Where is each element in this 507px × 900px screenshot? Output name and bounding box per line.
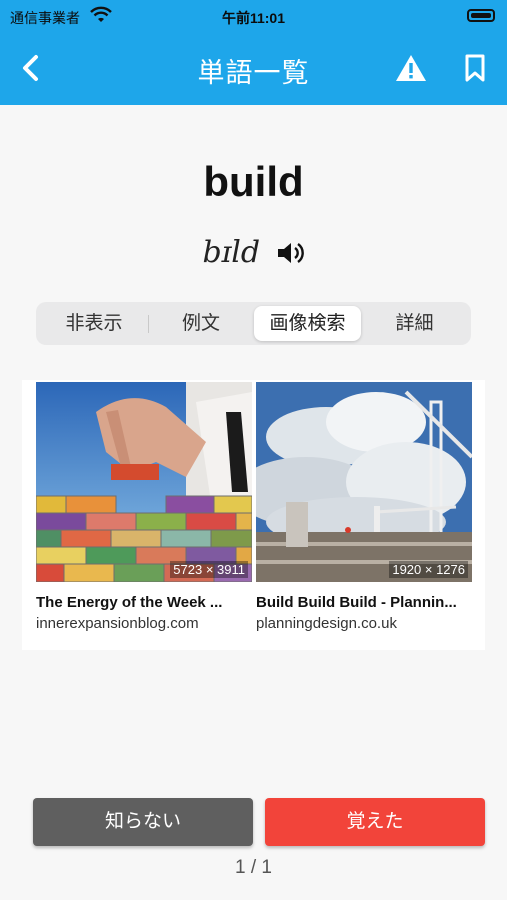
brick-wall-image <box>36 382 252 582</box>
page-indicator: 1 / 1 <box>235 857 272 878</box>
clock: 午前11:01 <box>221 10 286 26</box>
tab-details[interactable]: 詳細 <box>362 306 467 341</box>
dont-know-button[interactable]: 知らない <box>33 798 253 846</box>
pronunciation-text: bɪld <box>202 235 261 270</box>
image-thumbnail[interactable]: 5723 × 3911 <box>36 382 252 582</box>
bookmark-icon[interactable] <box>463 53 487 83</box>
image-title[interactable]: The Energy of the Week ... <box>36 594 252 611</box>
warning-icon[interactable] <box>395 53 427 83</box>
tab-example-sentences[interactable]: 例文 <box>149 306 253 341</box>
tab-segmented-control: 非表示 例文 画像検索 詳細 <box>36 302 471 345</box>
image-title[interactable]: Build Build Build - Plannin... <box>256 594 472 611</box>
image-source: planningdesign.co.uk <box>256 615 397 632</box>
navigation-bar: 単語一覧 <box>0 33 507 105</box>
word-heading: build <box>203 158 304 205</box>
speaker-icon[interactable] <box>275 239 305 267</box>
image-source: innerexpansionblog.com <box>36 615 199 632</box>
image-result-card[interactable]: 5723 × 3911 The Energy of the Week ... i… <box>36 382 252 632</box>
status-bar: 通信事業者 午前11:01 <box>0 0 507 33</box>
construction-site-image <box>256 382 472 582</box>
tab-image-search[interactable]: 画像検索 <box>254 306 361 341</box>
image-result-card[interactable]: 1920 × 1276 Build Build Build - Plannin.… <box>256 382 472 632</box>
tab-hidden[interactable]: 非表示 <box>40 306 148 341</box>
pronunciation-row: bɪld <box>0 235 507 270</box>
image-dimensions: 5723 × 3911 <box>170 561 248 578</box>
image-thumbnail[interactable]: 1920 × 1276 <box>256 382 472 582</box>
learned-button[interactable]: 覚えた <box>265 798 485 846</box>
image-results: 5723 × 3911 The Energy of the Week ... i… <box>22 380 485 650</box>
page-title: 単語一覧 <box>197 58 310 88</box>
image-dimensions: 1920 × 1276 <box>389 561 468 578</box>
battery-icon <box>467 9 495 22</box>
